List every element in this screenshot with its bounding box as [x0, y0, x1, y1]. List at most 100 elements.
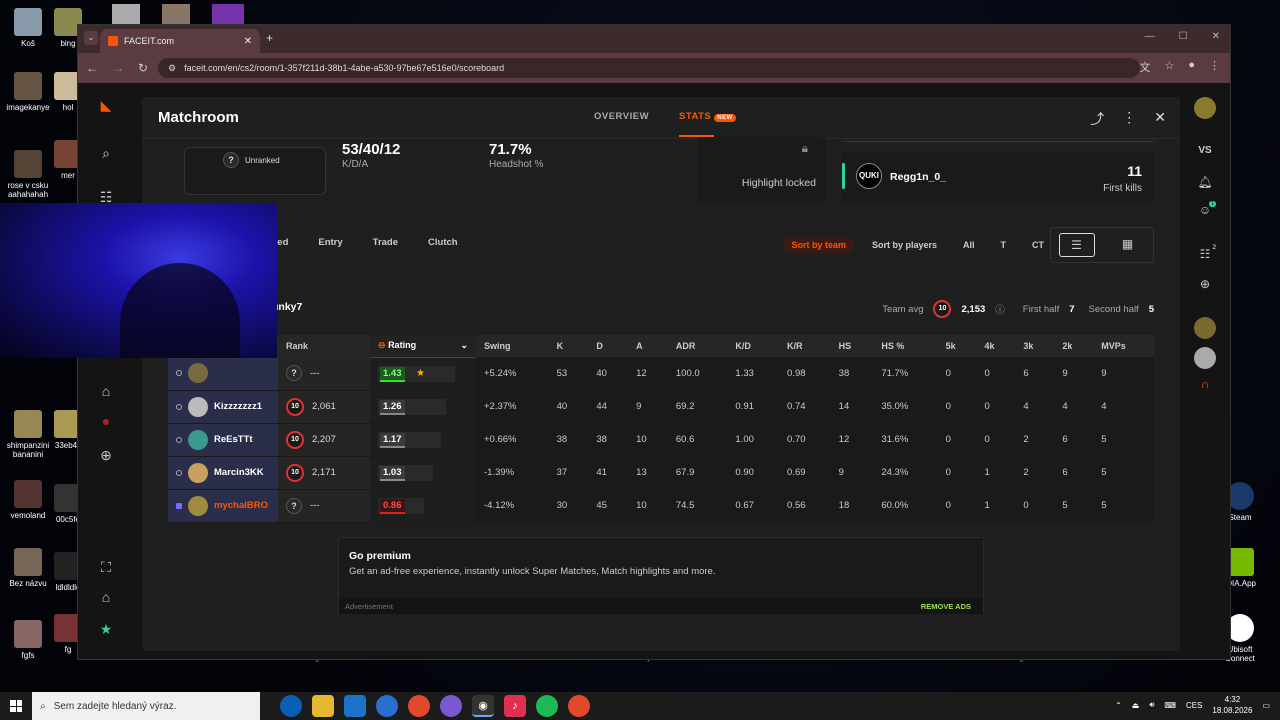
tray-expand-icon[interactable]: ⌃: [1115, 701, 1122, 710]
avatar[interactable]: [188, 429, 208, 450]
column-header[interactable]: K: [548, 335, 589, 357]
bookmark-star-icon[interactable]: ☆: [1164, 59, 1174, 75]
minimize-button[interactable]: —: [1145, 31, 1155, 42]
column-header[interactable]: 3k: [1015, 335, 1055, 357]
add-icon[interactable]: ⊕: [96, 447, 116, 467]
tab-stats[interactable]: STATS NEW: [679, 111, 736, 137]
desktop-icon-thumb-2[interactable]: [162, 4, 190, 26]
table-row[interactable]: ReEsTTt 10 2,207 1.17 +0.66% 38 38 10 60.6 1.00 0.…: [168, 423, 1154, 457]
player-cell[interactable]: ReEsTTt: [168, 423, 278, 457]
profile-avatar-icon[interactable]: ●: [1188, 59, 1195, 75]
subtab-trade[interactable]: Trade: [373, 237, 398, 248]
column-header[interactable]: K/D: [727, 335, 780, 357]
table-row[interactable]: Kizzzzzzz1 10 2,061 1.26 +2.37% 40 44 9 69.2 0.91…: [168, 390, 1154, 424]
url-input[interactable]: ⚙ faceit.com/en/cs2/room/1-357f211d-38b1…: [158, 58, 1140, 78]
tab-search-button[interactable]: ⌄: [84, 31, 98, 45]
player-name[interactable]: Kizzzzzzz1: [214, 401, 262, 412]
usb-icon[interactable]: ⏏: [1132, 701, 1140, 710]
edge-icon[interactable]: [280, 695, 302, 717]
player-cell[interactable]: Kizzzzzzz1: [168, 390, 278, 424]
tab-overview[interactable]: OVERVIEW: [594, 111, 649, 122]
league-icon[interactable]: ●: [96, 413, 116, 433]
filter-ct[interactable]: CT: [1024, 237, 1052, 253]
friend-avatar[interactable]: [1194, 347, 1216, 369]
grid-view-icon[interactable]: ▦: [1110, 233, 1146, 257]
close-tab-icon[interactable]: ✕: [244, 36, 252, 47]
rating-column-header[interactable]: ⊖ Rating ⌄: [370, 335, 476, 358]
language-indicator[interactable]: CES: [1186, 701, 1202, 710]
close-icon[interactable]: ✕: [1154, 109, 1166, 129]
table-row[interactable]: ? --- 1.43 ★ +5.24% 53 40 12 100.0 1.33 0.98 38 71.7…: [168, 357, 1154, 391]
column-header[interactable]: 4k: [976, 335, 1016, 357]
site-info-icon[interactable]: ⚙: [168, 63, 176, 74]
first-kills-player[interactable]: Regg1n_0_: [890, 171, 946, 183]
spotify-icon[interactable]: [536, 695, 558, 717]
party-icon[interactable]: ☷ 2: [1194, 245, 1216, 269]
player-name[interactable]: mychalBRO: [214, 500, 268, 511]
column-header[interactable]: Swing: [476, 335, 549, 357]
scan-icon[interactable]: ⛶: [96, 559, 116, 579]
user-avatar[interactable]: [1194, 97, 1216, 119]
table-row[interactable]: mychalBRO? --- 0.86 -4.12% 30 45 10 74.5 0.67 0.5…: [168, 489, 1154, 523]
chrome-icon[interactable]: [408, 695, 430, 717]
discord-icon[interactable]: [440, 695, 462, 717]
filter-t[interactable]: T: [993, 237, 1015, 253]
avatar[interactable]: [188, 495, 208, 516]
shop-icon[interactable]: ⌂: [96, 383, 116, 403]
friend-avatar[interactable]: [1194, 317, 1216, 339]
avatar[interactable]: [188, 363, 208, 384]
menu-kebab-icon[interactable]: ⋮: [1209, 59, 1220, 75]
desktop-icon-thumb-1[interactable]: [112, 4, 140, 26]
player-name[interactable]: Marcin3KK: [214, 467, 264, 478]
list-view-icon[interactable]: ☰: [1058, 233, 1095, 257]
start-button[interactable]: [0, 692, 32, 720]
search-icon[interactable]: ⌕: [96, 145, 116, 165]
remove-ads-button[interactable]: REMOVE ADS: [921, 602, 971, 611]
more-options-icon[interactable]: ⋮: [1122, 109, 1136, 129]
column-header[interactable]: 2k: [1054, 335, 1094, 357]
network-icon[interactable]: ⌨: [1164, 701, 1176, 710]
new-tab-button[interactable]: +: [266, 31, 273, 45]
add-friend-icon[interactable]: ⊕: [1194, 277, 1216, 299]
reload-icon[interactable]: ↻: [138, 61, 148, 75]
clock[interactable]: 4:32 18.08.2026: [1212, 694, 1252, 716]
column-header[interactable]: K/R: [779, 335, 831, 357]
basket-icon[interactable]: ⌂: [96, 589, 116, 609]
sort-by-players-button[interactable]: Sort by players: [864, 237, 945, 253]
chrome-profile-icon[interactable]: [568, 695, 590, 717]
info-icon[interactable]: ⓘ: [995, 302, 1005, 316]
close-window-button[interactable]: ✕: [1212, 31, 1220, 42]
filter-all[interactable]: All: [955, 237, 983, 253]
table-row[interactable]: Marcin3KK 10 2,171 1.03 -1.39% 37 41 13 67.9 0.90…: [168, 456, 1154, 490]
file-explorer-icon[interactable]: [312, 695, 334, 717]
obs-icon[interactable]: ◉: [472, 695, 494, 717]
friends-icon[interactable]: ☺ 1: [1194, 201, 1216, 225]
app-icon[interactable]: [376, 695, 398, 717]
column-header[interactable]: D: [588, 335, 629, 357]
back-icon[interactable]: ←: [86, 61, 98, 75]
column-header[interactable]: Rank: [278, 335, 370, 357]
player-cell[interactable]: [168, 357, 278, 391]
bell-icon[interactable]: 🔔︎: [1194, 175, 1216, 197]
avatar[interactable]: [188, 396, 208, 417]
column-header[interactable]: MVPs: [1093, 335, 1154, 357]
player-cell[interactable]: Marcin3KK: [168, 456, 278, 490]
forward-icon[interactable]: →: [112, 61, 124, 75]
column-header[interactable]: A: [628, 335, 668, 357]
notification-icon[interactable]: ▭: [1262, 701, 1270, 710]
desktop-icon-thumb-3[interactable]: [212, 4, 244, 26]
avatar[interactable]: [188, 462, 208, 483]
headset-icon[interactable]: ∩: [1194, 377, 1216, 399]
faceit-logo-icon[interactable]: ◣: [96, 97, 116, 117]
column-header[interactable]: ADR: [667, 335, 728, 357]
sort-by-team-button[interactable]: Sort by team: [783, 237, 854, 253]
player-name[interactable]: ReEsTTt: [214, 434, 253, 445]
browser-tab[interactable]: FACEIT.com ✕: [100, 29, 260, 53]
column-header[interactable]: 5k: [937, 335, 977, 357]
translate-icon[interactable]: 文: [1139, 59, 1150, 75]
volume-icon[interactable]: 🔊︎: [1149, 700, 1154, 710]
premium-star-icon[interactable]: ★: [96, 621, 116, 641]
subtab-entry[interactable]: Entry: [318, 237, 342, 248]
share-icon[interactable]: ⤴: [1090, 109, 1104, 129]
mail-icon[interactable]: [344, 695, 366, 717]
